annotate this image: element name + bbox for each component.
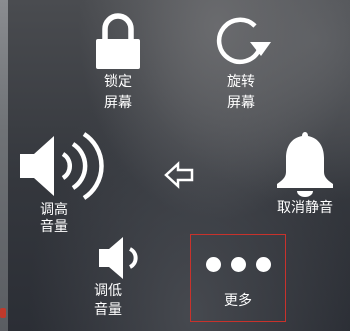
unmute-label: 取消静音 (277, 200, 333, 216)
back-arrow-icon (164, 161, 194, 189)
lock-screen-button[interactable]: 锁定 屏幕 (88, 12, 148, 112)
volume-up-button[interactable]: 调高 音量 (14, 130, 104, 236)
background-red-mark (0, 308, 6, 318)
volume-up-label-line2: 音量 (40, 219, 68, 235)
lock-screen-label-line2: 屏幕 (104, 95, 132, 111)
background-edge (0, 0, 8, 331)
lock-screen-label-line1: 锁定 (104, 74, 132, 90)
volume-up-label-line1: 调高 (40, 202, 68, 218)
volume-down-label-line2: 音量 (94, 302, 122, 318)
volume-down-label-line1: 调低 (94, 283, 122, 299)
dot-icon (205, 257, 221, 272)
volume-up-icon-wrap (14, 130, 104, 202)
back-button[interactable] (162, 160, 196, 190)
more-label: 更多 (224, 293, 252, 309)
more-button[interactable]: 更多 (190, 234, 286, 322)
assistive-touch-panel: 锁定 屏幕 旋转 屏幕 调高 音量 取消静音 调低 音量 更多 (0, 0, 350, 331)
volume-down-button[interactable]: 调低 音量 (78, 235, 150, 319)
rotate-screen-label-line1: 旋转 (227, 74, 255, 90)
lock-icon (96, 13, 140, 69)
rotate-screen-button[interactable]: 旋转 屏幕 (204, 12, 278, 112)
rotate-screen-label-line2: 屏幕 (227, 95, 255, 111)
speaker-low-icon (99, 237, 138, 279)
dot-icon (230, 257, 246, 272)
rotate-icon (216, 17, 271, 65)
bell-icon (277, 132, 333, 197)
unmute-button[interactable]: 取消静音 (260, 130, 350, 217)
dot-icon (255, 257, 271, 272)
ellipsis-icon (191, 235, 285, 273)
speaker-loud-icon (20, 132, 104, 200)
